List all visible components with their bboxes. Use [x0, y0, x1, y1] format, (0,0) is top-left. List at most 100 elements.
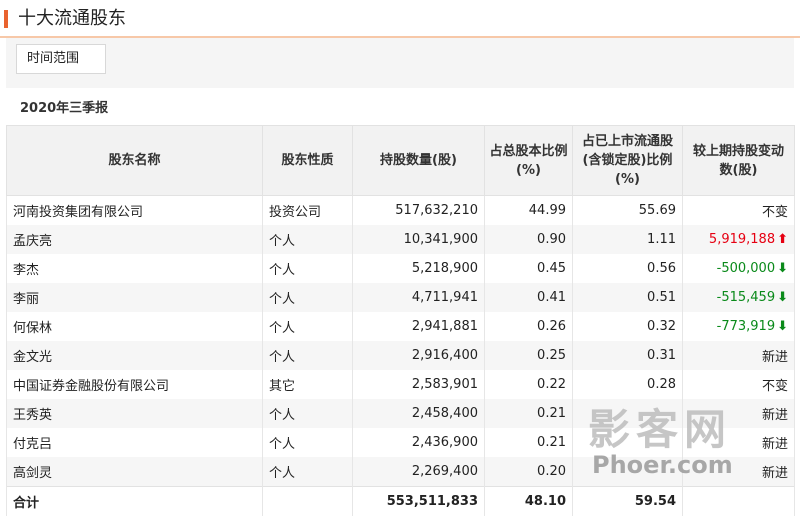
- accent-bar: [4, 10, 8, 28]
- section-header: 十大流通股东: [0, 0, 800, 38]
- cell-type: 个人: [262, 225, 353, 254]
- total-row: 合计 553,511,833 48.10 59.54: [6, 486, 795, 516]
- cell-float-pct: [572, 399, 683, 428]
- cell-change: 5,919,188 ⬆: [682, 225, 795, 254]
- total-float-pct: 59.54: [572, 486, 683, 516]
- cell-type: 个人: [262, 254, 353, 283]
- table-row[interactable]: 王秀英 个人 2,458,400 0.21 新进: [6, 399, 795, 428]
- cell-shares: 2,941,881: [352, 312, 485, 341]
- cell-type: 投资公司: [262, 195, 353, 225]
- cell-shares: 2,436,900: [352, 428, 485, 457]
- cell-name: 金文光: [6, 341, 263, 370]
- cell-name: 何保林: [6, 312, 263, 341]
- cell-change: 新进: [682, 428, 795, 457]
- cell-change: 新进: [682, 341, 795, 370]
- cell-change: 不变: [682, 370, 795, 399]
- cell-shares: 5,218,900: [352, 254, 485, 283]
- cell-type: 个人: [262, 399, 353, 428]
- cell-change: -500,000 ⬇: [682, 254, 795, 283]
- cell-type: 个人: [262, 312, 353, 341]
- cell-shares: 4,711,941: [352, 283, 485, 312]
- cell-total-pct: 0.90: [484, 225, 573, 254]
- table-row[interactable]: 孟庆亮 个人 10,341,900 0.90 1.11 5,919,188 ⬆: [6, 225, 795, 254]
- cell-type: 个人: [262, 428, 353, 457]
- cell-total-pct: 0.21: [484, 428, 573, 457]
- cell-float-pct: 1.11: [572, 225, 683, 254]
- table-row[interactable]: 何保林 个人 2,941,881 0.26 0.32 -773,919 ⬇: [6, 312, 795, 341]
- cell-type: 个人: [262, 457, 353, 487]
- table-row[interactable]: 河南投资集团有限公司 投资公司 517,632,210 44.99 55.69 不变: [6, 195, 795, 225]
- cell-type: 个人: [262, 341, 353, 370]
- change-value: 不变: [761, 379, 788, 394]
- col-header-float-pct[interactable]: 占已上市流通股(含锁定股)比例(%): [572, 125, 683, 196]
- table-row[interactable]: 金文光 个人 2,916,400 0.25 0.31 新进: [6, 341, 795, 370]
- change-value: 新进: [761, 437, 788, 452]
- shareholders-table: 股东名称 股东性质 持股数量(股) 占总股本比例(%) 占已上市流通股(含锁定股…: [6, 125, 795, 516]
- cell-change: -773,919 ⬇: [682, 312, 795, 341]
- table-row[interactable]: 中国证券金融股份有限公司 其它 2,583,901 0.22 0.28 不变: [6, 370, 795, 399]
- cell-float-pct: [572, 457, 683, 487]
- change-value: 新进: [761, 350, 788, 365]
- table-row[interactable]: 付克吕 个人 2,436,900 0.21 新进: [6, 428, 795, 457]
- cell-name: 李杰: [6, 254, 263, 283]
- cell-shares: 517,632,210: [352, 195, 485, 225]
- cell-name: 付克吕: [6, 428, 263, 457]
- filter-panel: 时间范围: [6, 38, 794, 88]
- cell-float-pct: 0.31: [572, 341, 683, 370]
- cell-total-pct: 0.26: [484, 312, 573, 341]
- cell-float-pct: [572, 428, 683, 457]
- arrow-down-icon: ⬇: [777, 319, 788, 334]
- table-row[interactable]: 高剑灵 个人 2,269,400 0.20 新进: [6, 457, 795, 487]
- cell-shares: 2,583,901: [352, 370, 485, 399]
- cell-float-pct: 0.28: [572, 370, 683, 399]
- cell-total-pct: 0.45: [484, 254, 573, 283]
- cell-float-pct: 0.51: [572, 283, 683, 312]
- report-period-label: 2020年三季报: [20, 101, 109, 116]
- total-shares: 553,511,833: [352, 486, 485, 516]
- cell-change: 新进: [682, 457, 795, 487]
- cell-total-pct: 0.20: [484, 457, 573, 487]
- cell-change: -515,459 ⬇: [682, 283, 795, 312]
- cell-name: 王秀英: [6, 399, 263, 428]
- col-header-total-pct[interactable]: 占总股本比例(%): [484, 125, 573, 196]
- cell-total-pct: 0.25: [484, 341, 573, 370]
- cell-total-pct: 0.41: [484, 283, 573, 312]
- change-value: 5,919,188: [708, 232, 776, 247]
- col-header-shares[interactable]: 持股数量(股): [352, 125, 485, 196]
- cell-float-pct: 0.56: [572, 254, 683, 283]
- section-title: 十大流通股东: [18, 8, 126, 29]
- change-value: 新进: [761, 466, 788, 481]
- change-value: -515,459: [716, 290, 776, 305]
- cell-float-pct: 0.32: [572, 312, 683, 341]
- cell-name: 河南投资集团有限公司: [6, 195, 263, 225]
- cell-shares: 2,269,400: [352, 457, 485, 487]
- total-change-cell: [682, 486, 795, 516]
- cell-total-pct: 44.99: [484, 195, 573, 225]
- table-header-row: 股东名称 股东性质 持股数量(股) 占总股本比例(%) 占已上市流通股(含锁定股…: [6, 125, 795, 196]
- cell-name: 李丽: [6, 283, 263, 312]
- cell-change: 不变: [682, 195, 795, 225]
- col-header-change[interactable]: 较上期持股变动数(股): [682, 125, 795, 196]
- arrow-up-icon: ⬆: [777, 232, 788, 247]
- cell-name: 孟庆亮: [6, 225, 263, 254]
- col-header-type[interactable]: 股东性质: [262, 125, 353, 196]
- table-row[interactable]: 李丽 个人 4,711,941 0.41 0.51 -515,459 ⬇: [6, 283, 795, 312]
- arrow-down-icon: ⬇: [777, 290, 788, 305]
- cell-total-pct: 0.21: [484, 399, 573, 428]
- total-type-cell: [262, 486, 353, 516]
- cell-name: 中国证券金融股份有限公司: [6, 370, 263, 399]
- cell-type: 其它: [262, 370, 353, 399]
- cell-name: 高剑灵: [6, 457, 263, 487]
- change-value: -773,919: [716, 319, 776, 334]
- change-value: 不变: [761, 205, 788, 220]
- time-range-button[interactable]: 时间范围: [16, 44, 106, 74]
- cell-float-pct: 55.69: [572, 195, 683, 225]
- table-row[interactable]: 李杰 个人 5,218,900 0.45 0.56 -500,000 ⬇: [6, 254, 795, 283]
- col-header-name[interactable]: 股东名称: [6, 125, 263, 196]
- cell-change: 新进: [682, 399, 795, 428]
- cell-total-pct: 0.22: [484, 370, 573, 399]
- arrow-down-icon: ⬇: [777, 261, 788, 276]
- total-total-pct: 48.10: [484, 486, 573, 516]
- cell-type: 个人: [262, 283, 353, 312]
- cell-shares: 2,916,400: [352, 341, 485, 370]
